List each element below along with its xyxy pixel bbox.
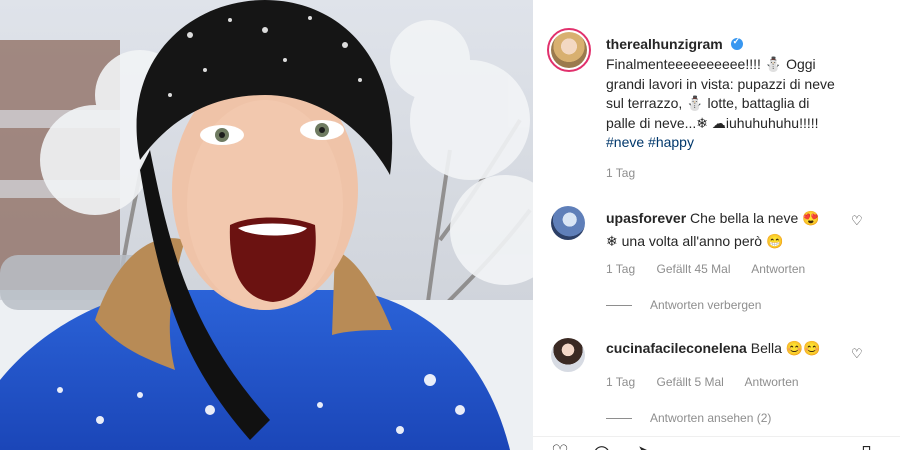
comment-time[interactable]: 1 Tag [606, 375, 635, 389]
comment-likes[interactable]: Gefällt 5 Mal [656, 375, 723, 389]
replies-toggle-text[interactable]: Antworten verbergen [650, 298, 761, 312]
replies-divider [606, 305, 632, 307]
comment-reply-button[interactable]: Antworten [751, 262, 805, 276]
heart-icon[interactable]: ♡ [551, 440, 569, 450]
actions-divider [533, 436, 900, 437]
caption-line: sul terrazzo, ⛄ lotte, battaglia di [606, 95, 810, 111]
replies-toggle[interactable]: Antworten verbergen [606, 298, 761, 312]
bookmark-icon[interactable]: ▯ [861, 440, 872, 450]
instagram-post-view: therealhunzigram Finalmenteeeeeeeeee!!!!… [0, 0, 900, 450]
comment-line: upasforever Che bella la neve 😍 [606, 207, 856, 230]
caption-line: grandi lavori in vista: pupazzi di neve [606, 75, 835, 92]
post-actions-bar: ♡ ○ ➤ ▯ [533, 440, 900, 450]
comment-line: cucinafacileconelena Bella 😊😊 [606, 337, 856, 360]
comment-time[interactable]: 1 Tag [606, 262, 635, 276]
post-caption: Finalmenteeeeeeeeee!!!! ⛄ Oggi grandi la… [606, 55, 876, 153]
comment-username[interactable]: upasforever [606, 210, 686, 226]
post-photo-illustration [0, 0, 533, 450]
caption-line: Finalmenteeeeeeeeee!!!! ⛄ Oggi [606, 56, 816, 72]
avatar-image [551, 32, 587, 68]
post-photo[interactable] [0, 0, 533, 450]
comment-body: cucinafacileconelena Bella 😊😊 [606, 337, 856, 360]
replies-toggle-text[interactable]: Antworten ansehen (2) [650, 411, 771, 425]
comment-icon[interactable]: ○ [593, 440, 610, 450]
comment-meta: 1 Tag Gefällt 5 Mal Antworten [606, 375, 817, 389]
comment-username[interactable]: cucinafacileconelena [606, 340, 747, 356]
post-author-avatar[interactable] [547, 28, 591, 72]
post-sidebar: therealhunzigram Finalmenteeeeeeeeee!!!!… [533, 0, 900, 450]
comment-avatar[interactable] [551, 206, 585, 240]
share-icon[interactable]: ➤ [637, 440, 654, 450]
post-author-username[interactable]: therealhunzigram [606, 36, 743, 52]
caption-line: palle di neve...❄ ☁iuhuhuhuhu!!!!! [606, 114, 819, 131]
caption-hashtags[interactable]: #neve #happy [606, 133, 876, 153]
comment-reply-button[interactable]: Antworten [745, 375, 799, 389]
comment-like-heart-icon[interactable]: ♡ [851, 347, 865, 362]
post-timestamp[interactable]: 1 Tag [606, 166, 635, 180]
comment-text: Bella 😊😊 [750, 340, 821, 356]
replies-divider [606, 418, 632, 420]
comment-text: Che bella la neve 😍 [690, 210, 820, 226]
comment-meta: 1 Tag Gefällt 45 Mal Antworten [606, 262, 823, 276]
replies-toggle[interactable]: Antworten ansehen (2) [606, 411, 771, 425]
comment-text-line2: ❄ una volta all'anno però 😁 [606, 233, 784, 249]
comment-like-heart-icon[interactable]: ♡ [851, 214, 865, 229]
comment-avatar[interactable] [551, 338, 585, 372]
comment-body: upasforever Che bella la neve 😍 ❄ una vo… [606, 207, 856, 253]
post-author-username-text[interactable]: therealhunzigram [606, 36, 723, 52]
comment-likes[interactable]: Gefällt 45 Mal [656, 262, 730, 276]
verified-badge-icon [730, 36, 743, 51]
